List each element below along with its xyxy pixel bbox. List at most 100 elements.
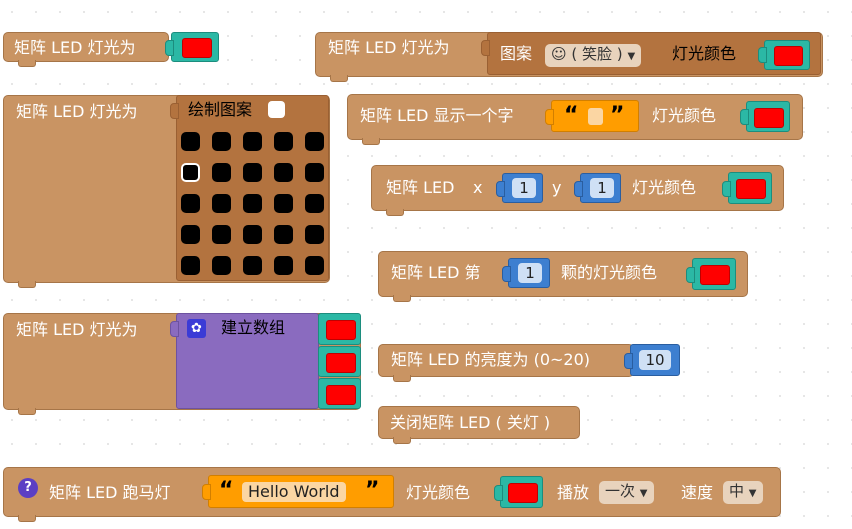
led-cell[interactable] [212, 132, 231, 151]
build-array-label: 建立数组 [221, 318, 286, 337]
block-notch [18, 515, 36, 522]
block-label: 矩阵 LED 灯光为 [14, 38, 136, 57]
marquee-color-label: 灯光颜色 [406, 483, 471, 502]
matrix-off-block[interactable]: 关闭矩阵 LED ( 关灯 ) [378, 406, 580, 444]
led-cell[interactable] [212, 256, 231, 275]
array-color-3[interactable] [318, 378, 361, 409]
play-dropdown-value: 一次 [605, 482, 636, 500]
led-cell[interactable] [243, 163, 262, 182]
pattern-plug [481, 40, 490, 56]
led-cell[interactable] [212, 163, 231, 182]
led-cell[interactable] [305, 225, 324, 244]
led-cell[interactable] [274, 163, 293, 182]
brightness-block[interactable]: 矩阵 LED 的亮度为 (0~20) [378, 344, 634, 382]
x-input[interactable]: 1 [502, 173, 543, 203]
block-label: 矩阵 LED 的亮度为 (0~20) [391, 350, 591, 369]
speed-dropdown-value: 中 [729, 482, 745, 500]
led-cell[interactable] [243, 256, 262, 275]
block-label: 矩阵 LED 第 [391, 263, 481, 282]
color-swatch [508, 483, 538, 503]
y-input[interactable]: 1 [580, 173, 621, 203]
pattern-color-label: 灯光颜色 [672, 44, 737, 63]
quote-close-icon: ” [610, 103, 625, 128]
draw-plug [170, 103, 179, 119]
led-cell[interactable] [274, 194, 293, 213]
brightness-input[interactable]: 10 [630, 344, 680, 376]
block-notch [393, 375, 411, 382]
led-cell[interactable] [305, 163, 324, 182]
draw-checkbox[interactable] [268, 101, 285, 118]
led-cell[interactable] [181, 225, 200, 244]
char-input[interactable]: “ ” [551, 100, 639, 132]
block-notch [393, 295, 411, 302]
y-label: y [552, 178, 562, 197]
quote-open-icon: “ [219, 478, 234, 503]
led-cell[interactable] [181, 132, 200, 151]
led-cell[interactable] [305, 194, 324, 213]
color-picker[interactable] [746, 101, 790, 132]
color-picker[interactable] [500, 476, 543, 508]
block-notch [362, 138, 380, 145]
block-notch [18, 408, 36, 415]
led-cell[interactable] [274, 132, 293, 151]
show-char-color-label: 灯光颜色 [652, 106, 717, 125]
block-label: 矩阵 LED 灯光为 [328, 38, 450, 57]
gear-icon[interactable]: ✿ [187, 319, 206, 338]
marquee-text-field[interactable]: Hello World [242, 482, 346, 502]
x-value[interactable]: 1 [512, 178, 536, 198]
led-cell[interactable] [274, 225, 293, 244]
speed-dropdown[interactable]: 中 ▼ [723, 481, 763, 504]
led-cell[interactable] [305, 132, 324, 151]
string-plug [202, 484, 211, 500]
color-swatch [774, 46, 803, 66]
chevron-down-icon: ▼ [748, 488, 757, 499]
block-label: 矩阵 LED 灯光为 [16, 102, 138, 121]
color-picker[interactable] [692, 258, 736, 290]
brightness-value[interactable]: 10 [639, 350, 671, 370]
block-notch [18, 60, 36, 67]
led-cell[interactable] [243, 132, 262, 151]
speed-label: 速度 [681, 483, 714, 502]
color-picker[interactable] [728, 172, 772, 204]
color-plug [494, 485, 503, 501]
color-swatch [736, 179, 766, 199]
matrix-color-block[interactable]: 矩阵 LED 灯光为 [3, 32, 169, 67]
draw-title: 绘制图案 [188, 100, 253, 119]
led-cell[interactable] [274, 256, 293, 275]
play-label: 播放 [557, 483, 590, 502]
block-label: 矩阵 LED [386, 178, 455, 197]
color-picker[interactable] [764, 40, 810, 70]
block-notch [386, 209, 404, 216]
color-plug [165, 40, 174, 56]
led-cell[interactable] [243, 194, 262, 213]
pattern-dropdown[interactable]: ☺ ( 笑脸 ) ▼ [545, 44, 642, 67]
color-swatch [326, 385, 356, 405]
chevron-down-icon: ▼ [627, 51, 636, 62]
marquee-text-input[interactable]: “ Hello World ” [208, 475, 394, 508]
color-swatch [754, 108, 784, 128]
y-value[interactable]: 1 [590, 178, 614, 198]
quote-open-icon: “ [564, 103, 579, 128]
index-value[interactable]: 1 [518, 263, 542, 283]
quote-close-icon: ” [365, 478, 380, 503]
led-cell[interactable] [181, 194, 200, 213]
char-field[interactable] [588, 108, 603, 125]
color-plug [758, 47, 767, 63]
led-cell[interactable] [243, 225, 262, 244]
led-cell[interactable] [305, 256, 324, 275]
help-icon[interactable]: ? [18, 478, 38, 498]
led-cell[interactable] [212, 225, 231, 244]
block-notch [330, 75, 348, 82]
led-cell[interactable] [181, 256, 200, 275]
array-color-2[interactable] [318, 346, 361, 377]
index-input[interactable]: 1 [508, 258, 550, 288]
play-dropdown[interactable]: 一次 ▼ [599, 481, 654, 504]
led-cell[interactable] [212, 194, 231, 213]
array-color-1[interactable] [318, 313, 361, 345]
color-swatch [182, 38, 212, 58]
color-picker[interactable] [171, 32, 219, 62]
color-swatch [700, 265, 730, 285]
color-plug [686, 267, 695, 283]
led-cell[interactable] [181, 163, 200, 182]
chevron-down-icon: ▼ [639, 488, 648, 499]
